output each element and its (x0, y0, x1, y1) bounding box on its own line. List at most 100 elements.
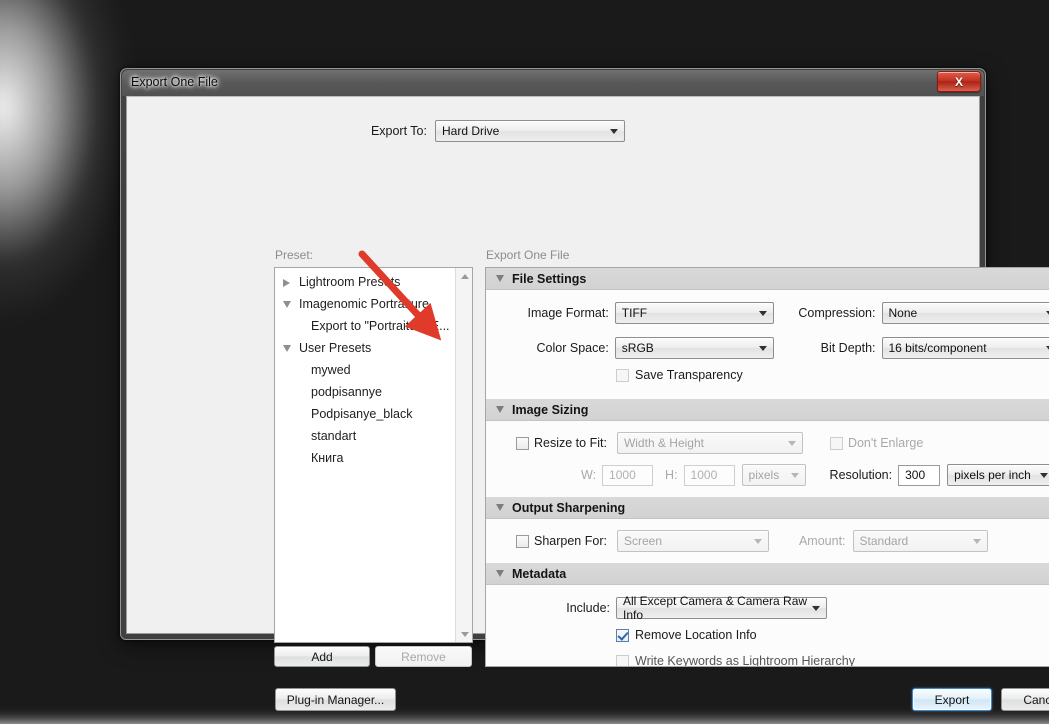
section-title: Output Sharpening (512, 501, 625, 515)
color-space-dropdown[interactable]: sRGB (615, 337, 775, 359)
add-preset-button[interactable]: Add (274, 646, 370, 667)
compression-label: Compression: (774, 306, 875, 320)
chevron-down-icon (973, 539, 981, 544)
export-to-row: Export To: Hard Drive (127, 120, 979, 142)
resize-mode-dropdown[interactable]: Width & Height (617, 432, 803, 454)
section-header-metadata[interactable]: Metadata (486, 563, 1049, 585)
close-icon[interactable]: X (937, 71, 981, 92)
amount-value: Standard (860, 534, 909, 548)
preset-tree-item[interactable]: User Presets (283, 337, 454, 359)
height-label: H: (665, 468, 678, 482)
resolution-label: Resolution: (830, 468, 893, 482)
chevron-down-icon (791, 473, 799, 478)
resolution-units-dropdown[interactable]: pixels per inch (947, 464, 1049, 486)
save-transparency-checkbox[interactable] (616, 369, 629, 382)
section-title: File Settings (512, 272, 586, 286)
color-space-value: sRGB (622, 341, 654, 355)
section-body-metadata: Include: All Except Camera & Camera Raw … (486, 585, 1049, 667)
resolution-units-value: pixels per inch (954, 468, 1031, 482)
twisty-open-icon[interactable] (283, 345, 291, 352)
dialog-client-area: Export To: Hard Drive Preset: Export One… (126, 96, 980, 634)
preset-label: Preset: (275, 248, 313, 262)
preset-tree-scrollbar[interactable] (455, 268, 472, 642)
color-space-label: Color Space: (486, 341, 609, 355)
plugin-manager-button[interactable]: Plug-in Manager... (275, 688, 396, 711)
preset-tree-item[interactable]: standart (283, 425, 454, 447)
chevron-down-icon (1040, 473, 1048, 478)
preset-tree[interactable]: Lightroom PresetsImagenomic PortraitureE… (274, 267, 473, 643)
write-keywords-label: Write Keywords as Lightroom Hierarchy (635, 654, 855, 667)
chevron-down-icon (759, 346, 767, 351)
write-keywords-checkbox[interactable] (616, 655, 629, 668)
preset-tree-item[interactable]: Lightroom Presets (283, 271, 454, 293)
sharpen-for-label: Sharpen For: (534, 534, 607, 548)
scroll-down-icon[interactable] (456, 626, 473, 642)
width-input[interactable]: 1000 (602, 465, 653, 486)
sharpen-for-value: Screen (624, 534, 662, 548)
compression-value: None (889, 306, 918, 320)
remove-location-info-checkbox[interactable] (616, 629, 629, 642)
disclosure-triangle-icon (496, 570, 504, 577)
resize-to-fit-label: Resize to Fit: (534, 436, 607, 450)
dialog-titlebar[interactable]: Export One File X (122, 70, 984, 96)
preset-tree-item[interactable]: Export to "Portraiture E... (283, 315, 454, 337)
preset-tree-item[interactable]: podpisannye (283, 381, 454, 403)
twisty-closed-icon[interactable] (283, 279, 290, 287)
export-dialog: Export One File X Export To: Hard Drive … (120, 68, 986, 640)
height-input[interactable]: 1000 (684, 465, 735, 486)
scroll-up-icon[interactable] (456, 268, 473, 284)
sharpen-for-dropdown[interactable]: Screen (617, 530, 769, 552)
section-header-output-sharpening[interactable]: Output Sharpening (486, 497, 1049, 519)
section-body-image-sizing: Resize to Fit: Width & Height Don't Enla… (486, 421, 1049, 497)
section-body-file-settings: Image Format: TIFF Compression: None Col… (486, 290, 1049, 399)
units-dropdown[interactable]: pixels (742, 464, 806, 486)
preset-tree-item-label: standart (311, 429, 356, 443)
width-label: W: (581, 468, 596, 482)
section-header-image-sizing[interactable]: Image Sizing (486, 399, 1049, 421)
preset-tree-item-label: Podpisanye_black (311, 407, 412, 421)
preset-tree-item-label: Книга (311, 451, 343, 465)
sharpen-for-checkbox[interactable] (516, 535, 529, 548)
preset-tree-item[interactable]: Imagenomic Portraiture (283, 293, 454, 315)
export-button[interactable]: Export (912, 688, 992, 711)
save-transparency-label: Save Transparency (635, 368, 743, 382)
chevron-down-icon (788, 441, 796, 446)
bit-depth-dropdown[interactable]: 16 bits/component (882, 337, 1049, 359)
resize-mode-value: Width & Height (624, 436, 704, 450)
chevron-down-icon (759, 311, 767, 316)
image-format-label: Image Format: (486, 306, 609, 320)
bit-depth-label: Bit Depth: (774, 341, 875, 355)
preset-tree-item[interactable]: mywed (283, 359, 454, 381)
remove-preset-button[interactable]: Remove (375, 646, 472, 667)
section-title: Metadata (512, 567, 566, 581)
bit-depth-value: 16 bits/component (889, 341, 987, 355)
include-dropdown[interactable]: All Except Camera & Camera Raw Info (616, 597, 827, 619)
cancel-button[interactable]: Cancel (1001, 688, 1049, 711)
disclosure-triangle-icon (496, 406, 504, 413)
preset-tree-item-label: mywed (311, 363, 351, 377)
dont-enlarge-checkbox[interactable] (830, 437, 843, 450)
dialog-title: Export One File (131, 75, 218, 89)
preset-tree-item[interactable]: Книга (283, 447, 454, 469)
chevron-down-icon (610, 129, 618, 134)
preset-tree-item-label: User Presets (299, 341, 371, 355)
image-format-dropdown[interactable]: TIFF (615, 302, 775, 324)
section-header-file-settings[interactable]: File Settings (486, 268, 1049, 290)
export-to-value: Hard Drive (442, 124, 499, 138)
resize-to-fit-checkbox[interactable] (516, 437, 529, 450)
units-value: pixels (749, 468, 780, 482)
export-to-label: Export To: (127, 124, 435, 138)
twisty-open-icon[interactable] (283, 301, 291, 308)
panel-header-label: Export One File (486, 248, 569, 262)
include-value: All Except Camera & Camera Raw Info (623, 594, 808, 622)
compression-dropdown[interactable]: None (882, 302, 1049, 324)
section-title: Image Sizing (512, 403, 588, 417)
export-to-dropdown[interactable]: Hard Drive (435, 120, 625, 142)
amount-dropdown[interactable]: Standard (853, 530, 988, 552)
preset-tree-item[interactable]: Podpisanye_black (283, 403, 454, 425)
remove-location-info-label: Remove Location Info (635, 628, 757, 642)
include-label: Include: (486, 601, 610, 615)
settings-panel: File Settings Image Format: TIFF Compres… (485, 267, 1049, 667)
chevron-down-icon (754, 539, 762, 544)
resolution-input[interactable]: 300 (898, 465, 940, 486)
